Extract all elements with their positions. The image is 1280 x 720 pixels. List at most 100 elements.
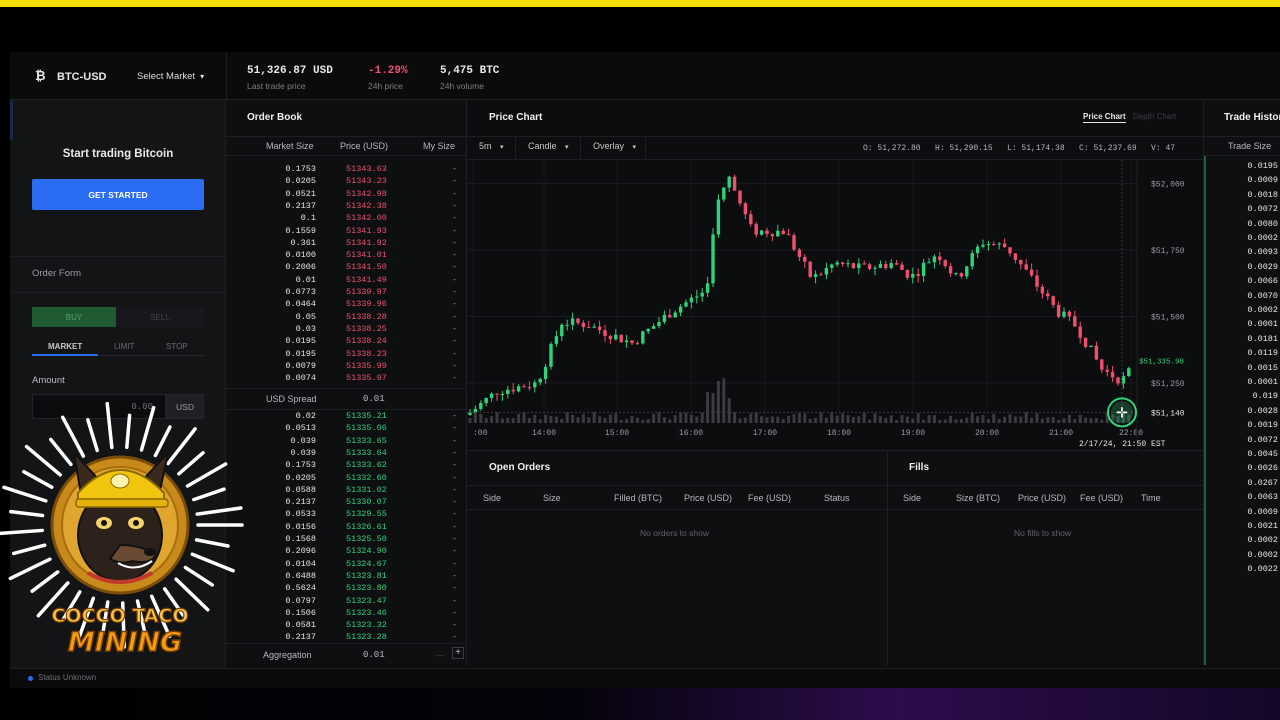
bid-row[interactable]: 0.5624 51323.80 - <box>226 583 467 595</box>
candle-body <box>1019 259 1023 265</box>
chart-style-dropdown[interactable]: Candle ▾ <box>528 141 569 151</box>
candle-body <box>668 314 672 318</box>
candle-body <box>840 262 845 264</box>
header-divider <box>226 52 227 100</box>
bid-price: 51325.50 <box>346 534 387 544</box>
bid-size: 0.0104 <box>285 558 316 569</box>
bid-size: 0.039 <box>290 435 316 446</box>
logo-text-line1: COCCO TACO <box>51 605 188 627</box>
bid-my-size: - <box>451 595 457 606</box>
bid-row[interactable]: 0.02 51335.21 - <box>226 411 467 423</box>
interval-dropdown[interactable]: 5m ▾ <box>479 141 504 151</box>
bid-row[interactable]: 0.0513 51335.06 - <box>226 423 467 435</box>
overlay-dropdown[interactable]: Overlay ▾ <box>593 141 636 151</box>
ask-row[interactable]: 0.0205 51343.23 - <box>226 176 467 188</box>
ask-row[interactable]: 0.1753 51343.63 - <box>226 164 467 176</box>
get-started-button[interactable]: GET STARTED <box>32 179 204 210</box>
candlestick-chart[interactable]: $52,000 $51,750 $51,500 $51,250:00 14:00 15:0… <box>467 160 1203 450</box>
ask-row[interactable]: 0.01 51341.49 - <box>226 275 467 287</box>
bid-row[interactable]: 0.1568 51325.50 - <box>226 534 467 546</box>
volume-bar <box>868 419 872 423</box>
candle-body <box>884 264 888 268</box>
volume-bar <box>468 418 472 423</box>
candle-body <box>900 264 904 271</box>
bottom-glow <box>0 688 1280 720</box>
buy-button[interactable]: BUY <box>32 307 116 327</box>
bid-row[interactable]: 0.1506 51323.46 - <box>226 608 467 620</box>
ask-row[interactable]: 0.2006 51341.50 - <box>226 262 467 274</box>
candle-body <box>506 389 510 395</box>
x-tick-label: 15:00 <box>605 429 629 438</box>
ask-row[interactable]: 0.03 51338.25 - <box>226 324 467 336</box>
tab-stop[interactable]: STOP <box>166 342 188 351</box>
bid-row[interactable]: 0.0104 51324.67 - <box>226 559 467 571</box>
candle-body <box>630 340 634 344</box>
bid-my-size: - <box>451 632 457 643</box>
candle-body <box>916 273 920 276</box>
bid-row[interactable]: 0.039 51333.64 - <box>226 448 467 460</box>
bid-row[interactable]: 0.0205 51332.60 - <box>226 473 467 485</box>
tab-depth-chart[interactable]: Depth Chart <box>1133 112 1176 121</box>
bid-row[interactable]: 0.039 51333.65 - <box>226 436 467 448</box>
bid-row[interactable]: 0.0588 51331.02 - <box>226 485 467 497</box>
ask-row[interactable]: 0.05 51338.28 - <box>226 312 467 324</box>
ask-price: 51339.97 <box>346 287 387 297</box>
volume-label: 24h volume <box>440 81 484 91</box>
bid-row[interactable]: 0.0797 51323.47 - <box>226 596 467 608</box>
ask-row[interactable]: 0.0195 51338.24 - <box>226 336 467 348</box>
tab-limit[interactable]: LIMIT <box>114 342 134 351</box>
ask-row[interactable]: 0.0521 51342.98 - <box>226 189 467 201</box>
ask-row[interactable]: 0.0074 51335.97 - <box>226 373 467 385</box>
volume-bar <box>538 419 542 423</box>
trade-size: 0.0063 <box>1247 492 1278 503</box>
bid-row[interactable]: 0.0533 51329.55 - <box>226 509 467 521</box>
bid-row[interactable]: 0.1753 51333.62 - <box>226 460 467 472</box>
candle-body <box>965 266 969 277</box>
spread-label: USD Spread <box>266 394 317 404</box>
aggregation-decrease-button[interactable]: — <box>435 650 444 660</box>
ask-price: 51335.97 <box>346 373 387 384</box>
candle-body <box>722 187 726 200</box>
ask-row[interactable]: 0.2137 51342.38 - <box>226 201 467 213</box>
bid-row[interactable]: 0.2137 51330.07 - <box>226 497 467 509</box>
tab-price-chart[interactable]: Price Chart <box>1083 112 1126 123</box>
sell-button[interactable]: SELL <box>116 307 204 327</box>
tab-market[interactable]: MARKET <box>48 342 82 351</box>
bid-row[interactable]: 0.0156 51326.61 - <box>226 522 467 534</box>
ask-row[interactable]: 0.1559 51341.93 - <box>226 226 467 238</box>
bid-row[interactable]: 0.2137 51323.28 - <box>226 632 467 644</box>
volume-bar <box>646 419 650 423</box>
candle-body <box>651 326 656 329</box>
interval-label: 5m <box>479 141 492 151</box>
bid-row[interactable]: 0.0581 51323.32 - <box>226 620 467 632</box>
candle-body <box>997 243 1001 245</box>
ask-row[interactable]: 0.0773 51339.97 - <box>226 287 467 299</box>
volume-bar <box>700 412 704 423</box>
candle-body <box>1067 311 1072 317</box>
trade-size: 0.0021 <box>1247 521 1278 531</box>
trade-size: 0.0015 <box>1247 362 1278 373</box>
bid-price: 51330.07 <box>346 497 387 508</box>
volume-bar <box>965 417 969 423</box>
bid-size: 0.0533 <box>285 509 316 520</box>
volume-bar <box>1046 417 1050 423</box>
ask-row[interactable]: 0.1 51342.00 - <box>226 213 467 225</box>
ask-row[interactable]: 0.0464 51339.96 - <box>226 299 467 311</box>
ask-row[interactable]: 0.0100 51341.01 - <box>226 250 467 262</box>
volume-bar <box>722 378 726 423</box>
candle-body <box>468 412 472 416</box>
bid-row[interactable]: 0.2096 51324.90 - <box>226 546 467 558</box>
ask-row[interactable]: 0.361 51341.92 - <box>226 238 467 250</box>
ask-row[interactable]: 0.0195 51338.23 - <box>226 349 467 361</box>
ask-row[interactable]: 0.0079 51335.99 - <box>226 361 467 373</box>
select-market-dropdown[interactable]: Select Market ▾ <box>137 71 204 82</box>
candle-body <box>770 233 775 237</box>
x-tick-label: 14:00 <box>532 429 556 438</box>
order-book-title: Order Book <box>247 112 303 123</box>
volume-bar <box>506 417 510 423</box>
bid-row[interactable]: 0.6488 51323.81 - <box>226 571 467 583</box>
ask-my-size: - <box>451 360 457 371</box>
candle-body <box>592 326 596 328</box>
aggregation-increase-button[interactable]: + <box>452 647 464 659</box>
ask-size: 0.1 <box>300 213 316 224</box>
